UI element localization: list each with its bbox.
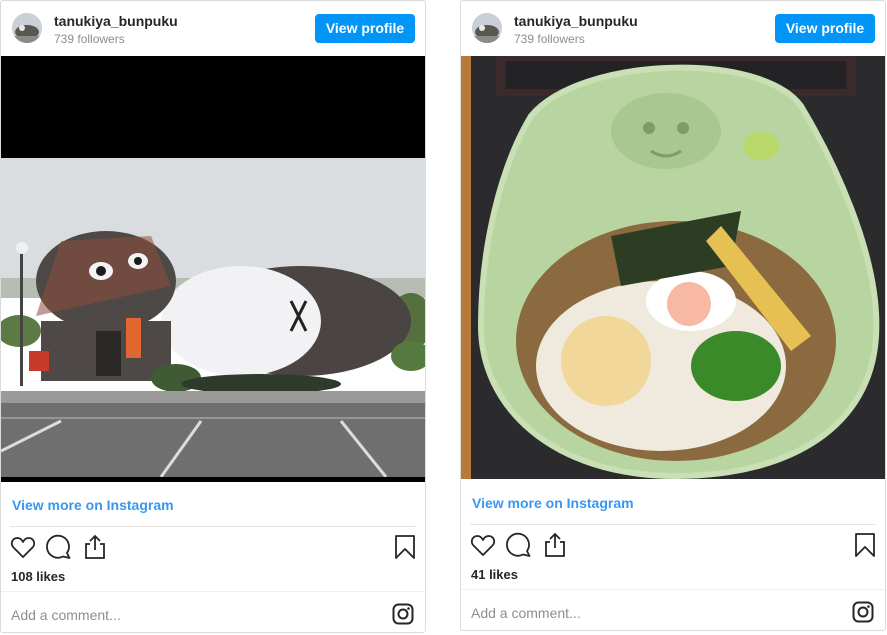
share-icon[interactable] bbox=[81, 533, 109, 561]
like-count: 41 likes bbox=[471, 567, 518, 582]
divider bbox=[470, 524, 876, 525]
comment-input[interactable]: Add a comment... bbox=[471, 605, 581, 621]
username[interactable]: tanukiya_bunpuku bbox=[54, 13, 178, 29]
avatar[interactable] bbox=[472, 13, 502, 43]
comment-icon[interactable] bbox=[45, 533, 73, 561]
udon-bowl-photo bbox=[461, 56, 885, 479]
instagram-embed-card: tanukiya_bunpuku 739 followers View prof… bbox=[0, 0, 426, 633]
heart-icon[interactable] bbox=[469, 531, 497, 559]
comment-input[interactable]: Add a comment... bbox=[11, 607, 121, 623]
divider bbox=[10, 526, 416, 527]
view-profile-button[interactable]: View profile bbox=[315, 14, 415, 43]
instagram-icon[interactable] bbox=[852, 601, 874, 623]
comment-box[interactable]: Add a comment... bbox=[461, 589, 885, 630]
view-more-on-instagram-link[interactable]: View more on Instagram bbox=[472, 495, 634, 511]
avatar[interactable] bbox=[12, 13, 42, 43]
tanuki-building-photo bbox=[1, 56, 425, 482]
like-count: 108 likes bbox=[11, 569, 66, 584]
view-profile-button[interactable]: View profile bbox=[775, 14, 875, 43]
share-icon[interactable] bbox=[541, 531, 569, 559]
instagram-embed-card: tanukiya_bunpuku 739 followers View prof… bbox=[460, 0, 886, 631]
comment-box[interactable]: Add a comment... bbox=[1, 591, 425, 632]
bookmark-icon[interactable] bbox=[851, 531, 879, 559]
action-bar bbox=[461, 531, 885, 561]
follower-count: 739 followers bbox=[54, 32, 125, 46]
post-header: tanukiya_bunpuku 739 followers View prof… bbox=[461, 1, 885, 56]
instagram-icon[interactable] bbox=[392, 603, 414, 625]
follower-count: 739 followers bbox=[514, 32, 585, 46]
bookmark-icon[interactable] bbox=[391, 533, 419, 561]
action-bar bbox=[1, 533, 425, 563]
username[interactable]: tanukiya_bunpuku bbox=[514, 13, 638, 29]
post-header: tanukiya_bunpuku 739 followers View prof… bbox=[1, 1, 425, 56]
comment-icon[interactable] bbox=[505, 531, 533, 559]
view-more-on-instagram-link[interactable]: View more on Instagram bbox=[12, 497, 174, 513]
post-image[interactable] bbox=[461, 56, 885, 479]
heart-icon[interactable] bbox=[9, 533, 37, 561]
post-image[interactable] bbox=[1, 56, 425, 482]
